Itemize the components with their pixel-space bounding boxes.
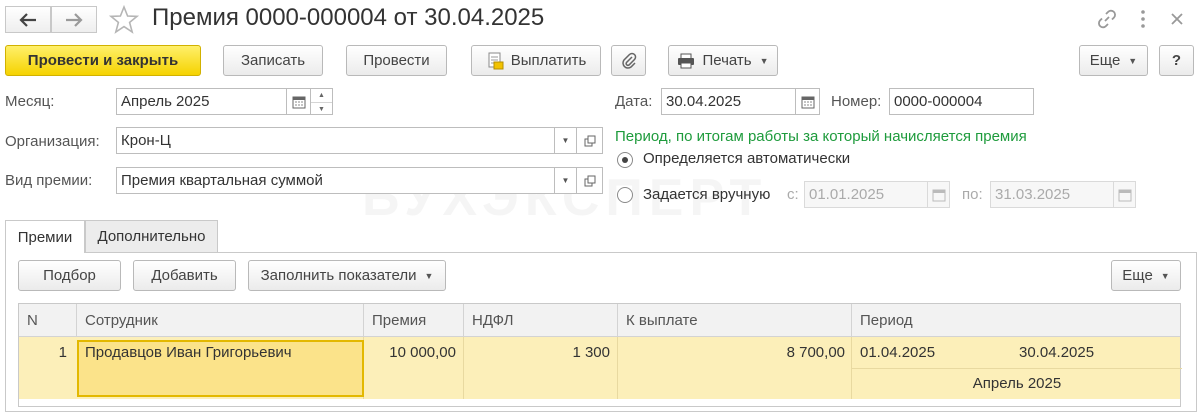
pay-button-label: Выплатить — [510, 52, 587, 69]
stepper-down-icon[interactable]: ▼ — [311, 102, 332, 115]
more-vertical-icon[interactable] — [1131, 8, 1155, 30]
organization-dropdown[interactable]: ▼ — [555, 127, 577, 154]
column-header-ndfl[interactable]: НДФЛ — [464, 304, 618, 337]
arrow-left-icon — [19, 12, 36, 27]
chevron-down-icon: ▼ — [1160, 270, 1170, 281]
period-from-calendar-button[interactable] — [928, 181, 950, 208]
paperclip-icon — [621, 52, 636, 69]
pay-button[interactable]: Выплатить — [471, 45, 601, 76]
fill-indicators-button[interactable]: Заполнить показатели ▼ — [248, 260, 446, 291]
payout-cell: 8 700,00 — [786, 344, 845, 361]
table-more-button[interactable]: Еще ▼ — [1111, 260, 1181, 291]
more-button-label: Еще — [1089, 52, 1121, 69]
radio-manual-label: Задается вручную — [643, 186, 771, 203]
period-month-cell: Апрель 2025 — [972, 375, 1062, 392]
stepper-up-icon[interactable]: ▲ — [311, 89, 332, 102]
bonus-cell: 10 000,00 — [389, 344, 456, 361]
period-to-input[interactable]: 31.03.2025 — [990, 181, 1114, 208]
close-icon[interactable] — [1165, 8, 1189, 30]
chevron-down-icon: ▼ — [424, 270, 434, 281]
month-input[interactable]: Апрель 2025 — [116, 88, 287, 115]
tab-bonuses[interactable]: Премии — [5, 220, 85, 253]
date-input[interactable]: 30.04.2025 — [661, 88, 796, 115]
print-button-label: Печать — [702, 52, 752, 69]
calendar-icon — [932, 189, 945, 201]
post-and-close-button[interactable]: Провести и закрыть — [5, 45, 201, 76]
period-to-label: по: — [962, 186, 983, 203]
calendar-icon — [292, 96, 305, 108]
organization-label: Организация: — [5, 133, 100, 150]
more-button[interactable]: Еще ▼ — [1079, 45, 1148, 76]
table-more-label: Еще — [1122, 267, 1153, 284]
chevron-down-icon: ▼ — [759, 55, 769, 66]
ndfl-cell: 1 300 — [572, 344, 610, 361]
radio-auto-label: Определяется автоматически — [643, 150, 851, 167]
period-to-calendar-button[interactable] — [1114, 181, 1136, 208]
period-to-cell: 30.04.2025 — [1019, 344, 1095, 361]
printer-icon — [678, 53, 695, 68]
period-caption: Период, по итогам работы за который начи… — [615, 128, 1027, 145]
column-header-payout[interactable]: К выплате — [618, 304, 852, 337]
attach-button[interactable] — [611, 45, 646, 76]
forward-button[interactable] — [51, 6, 97, 33]
tab-additional[interactable]: Дополнительно — [85, 220, 218, 252]
chevron-down-icon: ▼ — [1128, 55, 1138, 66]
month-label: Месяц: — [5, 93, 55, 110]
fill-indicators-label: Заполнить показатели — [260, 267, 417, 284]
period-from-cell: 01.04.2025 — [860, 344, 936, 361]
organization-open-button[interactable] — [577, 127, 603, 154]
post-button[interactable]: Провести — [346, 45, 447, 76]
employee-cell: Продавцов Иван Григорьевич — [85, 344, 292, 361]
link-icon[interactable] — [1095, 8, 1119, 30]
help-button[interactable]: ? — [1159, 45, 1194, 76]
number-input[interactable]: 0000-000004 — [889, 88, 1034, 115]
arrow-right-icon — [66, 12, 83, 27]
number-label: Номер: — [831, 93, 882, 110]
pick-button[interactable]: Подбор — [18, 260, 121, 291]
radio-auto[interactable] — [617, 152, 633, 168]
date-label: Дата: — [615, 93, 653, 110]
print-button[interactable]: Печать ▼ — [668, 45, 778, 76]
bonus-table: N Сотрудник Премия НДФЛ К выплате Период… — [18, 303, 1182, 407]
favorite-star-icon[interactable] — [108, 4, 140, 39]
row-number: 1 — [58, 344, 67, 361]
period-from-input[interactable]: 01.01.2025 — [804, 181, 928, 208]
column-header-bonus[interactable]: Премия — [364, 304, 464, 337]
calendar-icon — [801, 96, 814, 108]
period-from-label: с: — [787, 186, 799, 203]
document-pay-icon — [488, 52, 504, 69]
month-stepper[interactable]: ▲ ▼ — [311, 88, 333, 115]
table-header: N Сотрудник Премия НДФЛ К выплате Период — [19, 304, 1180, 337]
add-button[interactable]: Добавить — [133, 260, 236, 291]
column-header-n[interactable]: N — [19, 304, 77, 337]
save-button[interactable]: Записать — [223, 45, 323, 76]
open-form-icon — [584, 175, 595, 186]
open-form-icon — [584, 135, 595, 146]
chevron-down-icon: ▼ — [561, 176, 570, 185]
bonus-type-label: Вид премии: — [5, 172, 93, 189]
bonus-type-input[interactable]: Премия квартальная суммой — [116, 167, 555, 194]
window-title: Премия 0000-000004 от 30.04.2025 — [152, 4, 545, 31]
calendar-icon — [1118, 189, 1131, 201]
bonus-type-dropdown[interactable]: ▼ — [555, 167, 577, 194]
bonus-type-open-button[interactable] — [577, 167, 603, 194]
column-header-employee[interactable]: Сотрудник — [77, 304, 364, 337]
chevron-down-icon: ▼ — [561, 136, 570, 145]
calendar-button[interactable] — [287, 88, 311, 115]
back-button[interactable] — [5, 6, 51, 33]
radio-manual[interactable] — [617, 187, 633, 203]
organization-input[interactable]: Крон-Ц — [116, 127, 555, 154]
column-header-period[interactable]: Период — [852, 304, 1182, 337]
date-calendar-button[interactable] — [796, 88, 820, 115]
